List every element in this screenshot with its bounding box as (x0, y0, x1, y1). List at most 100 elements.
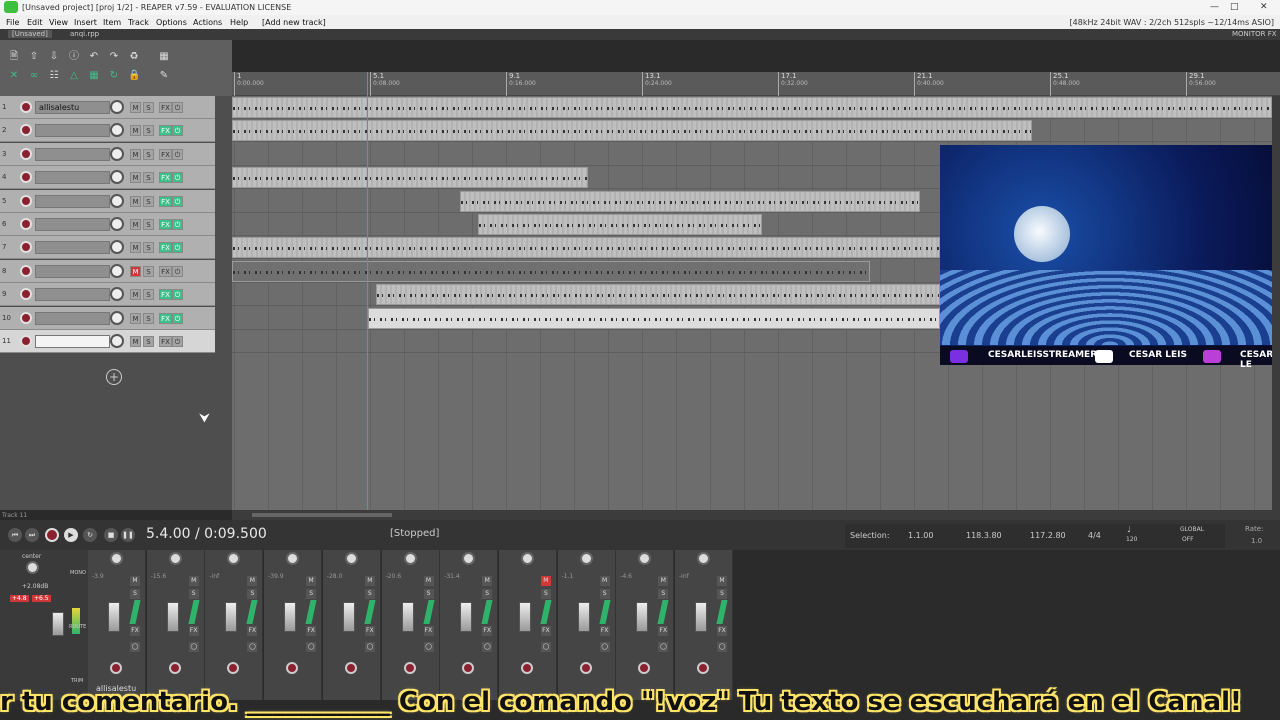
mute-button[interactable]: M (306, 576, 317, 586)
solo-button[interactable]: S (143, 289, 154, 301)
master-pan-knob[interactable] (26, 561, 39, 574)
power-icon[interactable]: ⏻ (172, 172, 183, 184)
record-arm-icon[interactable] (110, 662, 122, 674)
record-arm-icon[interactable] (344, 662, 357, 674)
power-icon[interactable]: ⏻ (172, 289, 183, 301)
item-grouping-icon[interactable]: ∞ (28, 70, 40, 82)
routing-icon[interactable]: ◯ (540, 642, 551, 652)
volume-fader[interactable] (342, 602, 355, 632)
record-arm-icon[interactable] (462, 662, 475, 674)
track-name-field[interactable] (35, 311, 110, 325)
monitor-fx-button[interactable]: MONITOR FX (1232, 30, 1277, 38)
audio-device-info[interactable]: [48kHz 24bit WAV : 2/2ch 512spls ~12/14m… (1070, 18, 1274, 27)
menu-help[interactable]: Help (230, 18, 248, 27)
project-settings-icon[interactable]: ⓘ (68, 51, 80, 63)
mute-button[interactable]: M (130, 265, 141, 277)
mute-button[interactable]: M (130, 242, 141, 254)
pan-knob[interactable] (697, 552, 710, 565)
go-to-end-icon[interactable]: ⏭ (25, 528, 39, 542)
lock-icon[interactable]: 🔒 (128, 70, 140, 82)
selection-end[interactable]: 118.3.80 (966, 531, 1002, 540)
track-name-field[interactable] (35, 218, 110, 231)
volume-fader[interactable] (577, 602, 590, 632)
rate-value[interactable]: 1.0 (1251, 537, 1262, 545)
solo-button[interactable]: S (188, 589, 199, 599)
routing-icon[interactable]: ◯ (130, 642, 140, 652)
selection-start[interactable]: 1.1.00 (908, 531, 933, 540)
menu-options[interactable]: Options (156, 18, 187, 27)
menu-item[interactable]: Item (103, 18, 121, 27)
fx-button[interactable]: FX (159, 336, 172, 347)
record-arm-icon[interactable] (20, 241, 32, 254)
record-arm-icon[interactable] (403, 662, 416, 674)
fx-button[interactable]: FX (159, 195, 172, 207)
mute-button[interactable]: M (482, 576, 493, 586)
volume-fader[interactable] (108, 602, 120, 632)
selection-length[interactable]: 117.2.80 (1030, 531, 1066, 540)
track-name-field[interactable]: allisalestu (35, 101, 110, 114)
media-item[interactable] (232, 237, 940, 259)
fx-button[interactable]: FX (159, 172, 172, 184)
fx-button[interactable]: FX (159, 125, 172, 137)
menu-actions[interactable]: Actions (193, 18, 222, 27)
undo-icon[interactable]: ↶ (88, 51, 100, 63)
solo-button[interactable]: S (306, 589, 317, 599)
mute-button[interactable]: M (247, 576, 258, 586)
pan-knob[interactable] (168, 552, 182, 565)
ripple-edit-icon[interactable]: ☷ (48, 70, 60, 82)
fx-button[interactable]: FX (159, 219, 172, 230)
track-name-field[interactable] (35, 194, 110, 208)
routing-icon[interactable]: ◯ (364, 642, 375, 652)
tempo-bpm[interactable]: 120 (1126, 536, 1137, 543)
routing-icon[interactable]: ◯ (658, 642, 669, 652)
track-row[interactable]: 2 M S FX ⏻ (0, 119, 215, 143)
record-arm-icon[interactable] (20, 101, 32, 113)
new-project-icon[interactable]: 🗎 (8, 51, 20, 63)
volume-fader[interactable] (284, 602, 297, 632)
mute-button[interactable]: M (130, 289, 141, 301)
track-row[interactable]: 8 M S FX ⏻ (0, 259, 215, 283)
media-item[interactable] (232, 260, 870, 282)
solo-button[interactable]: S (482, 589, 493, 599)
track-lane[interactable] (232, 119, 1272, 143)
solo-button[interactable]: S (130, 589, 140, 599)
track-row[interactable]: 7 M S FX ⏻ (0, 236, 215, 260)
play-icon[interactable]: ▶ (64, 528, 78, 542)
pan-knob[interactable] (286, 552, 300, 565)
media-item[interactable] (376, 284, 940, 306)
solo-button[interactable]: S (143, 148, 154, 160)
power-icon[interactable]: ⏻ (172, 242, 183, 254)
horizontal-scrollbar[interactable] (232, 510, 1280, 520)
pan-knob[interactable] (638, 552, 652, 565)
mute-button[interactable]: M (658, 576, 669, 586)
track-row[interactable]: 9 M S FX ⏻ (0, 283, 215, 307)
time-signature[interactable]: 4/4 (1088, 531, 1101, 540)
routing-icon[interactable]: ◯ (188, 642, 199, 652)
volume-knob[interactable] (110, 217, 124, 231)
stop-icon[interactable]: ■ (104, 528, 118, 542)
save-project-icon[interactable]: ⇩ (48, 51, 60, 63)
fx-button[interactable]: FX (159, 148, 172, 160)
track-row[interactable]: 5 M S FX ⏻ (0, 189, 215, 213)
track-row[interactable]: 4 M S FX ⏻ (0, 166, 215, 190)
mute-button[interactable]: M (130, 312, 141, 324)
mute-button[interactable]: M (130, 148, 141, 160)
volume-knob[interactable] (110, 310, 124, 325)
volume-knob[interactable] (110, 193, 124, 208)
track-name-field[interactable] (35, 288, 110, 302)
track-name-field[interactable] (35, 264, 110, 278)
record-arm-icon[interactable] (286, 662, 299, 674)
solo-button[interactable]: S (143, 219, 154, 230)
snap-icon[interactable]: ▦ (88, 70, 100, 82)
track-name-field[interactable] (35, 335, 110, 348)
fx-button[interactable]: FX (717, 626, 727, 636)
mute-button[interactable]: M (599, 576, 610, 586)
fx-button[interactable]: FX (306, 626, 317, 636)
track-name-field[interactable] (35, 124, 110, 138)
mute-button[interactable]: M (130, 195, 141, 207)
record-arm-icon[interactable] (579, 662, 592, 674)
go-to-start-icon[interactable]: ⏮ (8, 528, 22, 542)
track-lane[interactable] (232, 96, 1272, 119)
volume-fader[interactable] (166, 602, 179, 632)
mute-button[interactable]: M (423, 576, 434, 586)
